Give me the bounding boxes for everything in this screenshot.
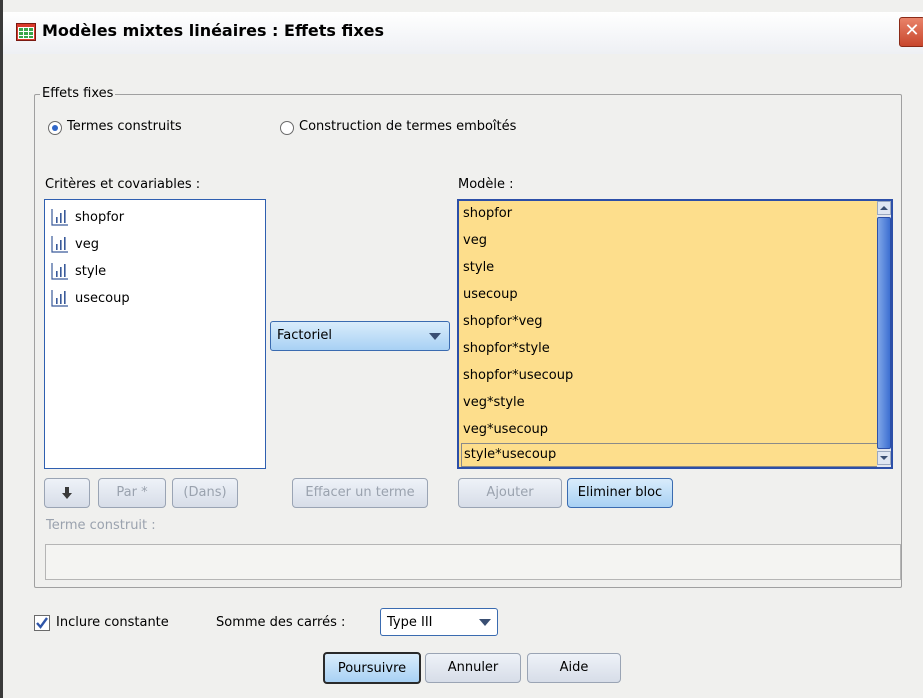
list-item[interactable]: style [461, 255, 879, 281]
list-item[interactable]: shopfor*veg [461, 309, 879, 335]
model-scrollbar[interactable] [877, 201, 891, 467]
chevron-down-icon [479, 619, 491, 626]
remove-block-button[interactable]: Eliminer bloc [567, 478, 673, 508]
list-item[interactable]: usecoup [461, 282, 879, 308]
remove-term-button[interactable]: Effacer un terme [292, 478, 428, 508]
close-button[interactable]: ✕ [899, 17, 923, 47]
build-terms-radio[interactable] [48, 121, 62, 135]
within-button[interactable]: (Dans) [172, 478, 238, 508]
scale-variable-icon [51, 235, 69, 253]
sum-of-squares-label: Somme des carrés : [216, 615, 346, 630]
list-item[interactable]: style [51, 260, 106, 282]
factor-label: style [75, 263, 107, 279]
factors-listbox[interactable]: shopfor veg style usecoup [44, 199, 266, 469]
scale-variable-icon [51, 262, 69, 280]
factors-label: Critères et covariables : [45, 177, 201, 192]
nested-terms-label: Construction de termes emboîtés [299, 119, 516, 134]
by-button[interactable]: Par * [98, 478, 166, 508]
nested-terms-radio[interactable] [280, 121, 294, 135]
list-item[interactable]: style*usecoup [461, 443, 879, 467]
factor-label: shopfor [75, 209, 125, 225]
build-type-select[interactable]: Factoriel [270, 321, 450, 351]
list-item[interactable]: shopfor*usecoup [461, 363, 879, 389]
nested-terms-rest: onstruction de termes emboîtés [308, 119, 517, 134]
chevron-down-icon [880, 456, 888, 460]
list-item[interactable]: veg*usecoup [461, 417, 879, 443]
factor-label: veg [75, 236, 99, 252]
sum-of-squares-value: Type III [387, 615, 433, 630]
scroll-up-button[interactable] [877, 201, 891, 215]
factor-label: usecoup [75, 290, 130, 306]
checkmark-icon [36, 617, 48, 629]
spss-table-icon [16, 23, 36, 41]
add-button[interactable]: Ajouter [458, 478, 562, 508]
list-item[interactable]: veg [51, 233, 99, 255]
list-item[interactable]: shopfor [51, 206, 124, 228]
cancel-button[interactable]: Annuler [425, 653, 521, 683]
continue-button[interactable]: Poursuivre [323, 652, 421, 684]
list-item[interactable]: shopfor*style [461, 336, 879, 362]
scale-variable-icon [51, 289, 69, 307]
nested-terms-mnemonic: C [299, 119, 309, 134]
dialog-title: Modèles mixtes linéaires : Effets fixes [42, 21, 385, 40]
build-type-value: Factoriel [277, 328, 333, 343]
built-term-label: Terme construit : [46, 518, 156, 533]
scroll-thumb[interactable] [877, 217, 891, 449]
chevron-up-icon [880, 206, 888, 210]
scale-variable-icon [51, 208, 69, 226]
help-button[interactable]: Aide [527, 653, 621, 683]
fixed-effects-legend: Effets fixes [40, 86, 116, 101]
build-terms-label: Termes construits [67, 119, 182, 134]
list-item[interactable]: veg [461, 228, 879, 254]
list-item[interactable]: usecoup [51, 287, 130, 309]
model-listbox[interactable]: shopfor veg style usecoup shopfor*veg sh… [457, 199, 893, 469]
include-intercept-checkbox[interactable] [34, 615, 50, 631]
built-term-field[interactable] [45, 544, 901, 580]
sum-of-squares-select[interactable]: Type III [380, 608, 498, 636]
move-down-button[interactable] [44, 478, 90, 508]
list-item[interactable]: veg*style [461, 390, 879, 416]
scroll-down-button[interactable] [877, 451, 891, 465]
include-intercept-label: Inclure constante [56, 615, 169, 630]
model-label: Modèle : [458, 177, 514, 192]
list-item[interactable]: shopfor [461, 201, 879, 227]
chevron-down-icon [429, 333, 441, 340]
arrow-down-icon [62, 487, 72, 499]
